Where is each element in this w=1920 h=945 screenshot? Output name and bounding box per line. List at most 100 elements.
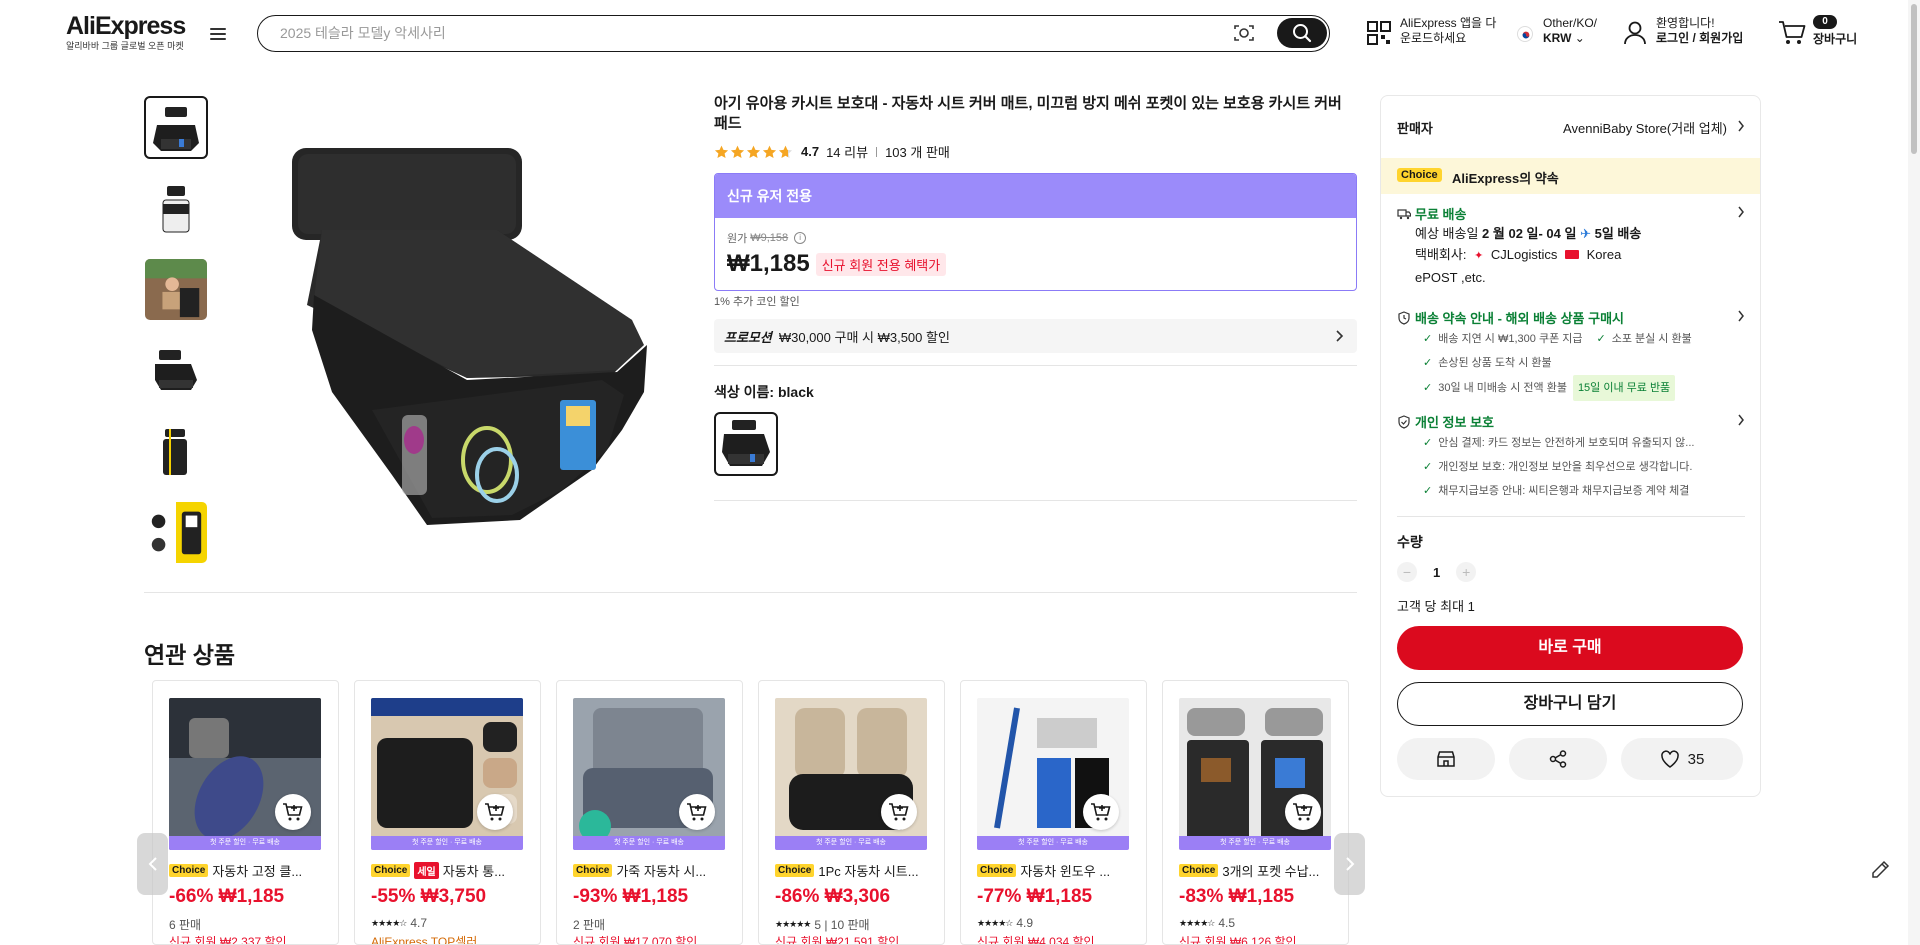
add-to-cart-button[interactable]: 장바구니 담기 — [1397, 682, 1743, 726]
main-product-image[interactable] — [272, 130, 672, 540]
add-to-cart-icon[interactable] — [679, 794, 715, 830]
quantity-increase-button[interactable]: + — [1456, 562, 1477, 582]
new-user-price-box: 신규 유저 전용 원가 ₩9,158 i ₩1,185 신규 회원 전용 혜택가 — [714, 173, 1357, 291]
product-card-price: -77% ₩1,185 — [977, 886, 1093, 907]
store-icon — [1437, 751, 1455, 767]
promo-header: 신규 유저 전용 — [715, 174, 1356, 218]
cart-icon[interactable] — [1778, 20, 1806, 46]
check-icon: ✓ — [1423, 333, 1433, 345]
product-card-image[interactable]: 첫 주문 할인 · 무료 배송 — [977, 698, 1129, 850]
feedback-edit-icon[interactable] — [1869, 857, 1893, 881]
menu-icon[interactable] — [210, 28, 226, 42]
thumbnail-1[interactable] — [144, 96, 208, 159]
original-price-row: 원가 ₩9,158 i — [727, 230, 1344, 246]
star-icon — [762, 145, 777, 158]
wishlist-button[interactable]: 35 — [1621, 738, 1743, 780]
divider — [714, 365, 1357, 366]
product-card-meta: ★★★★☆ 4.9 — [977, 916, 1034, 930]
search-button[interactable] — [1277, 18, 1327, 48]
promo-ribbon: 첫 주문 할인 · 무료 배송 — [775, 836, 927, 850]
promotion-label: 프로모션 — [724, 329, 772, 345]
product-card-image[interactable]: 첫 주문 할인 · 무료 배송 — [1179, 698, 1331, 850]
store-button[interactable] — [1397, 738, 1495, 780]
thumbnail-4[interactable] — [144, 339, 208, 402]
choice-badge: Choice — [1397, 168, 1442, 182]
login-signup-link[interactable]: 환영합니다! 로그인 / 회원가입 — [1656, 16, 1743, 46]
sold-count: 103 개 판매 — [885, 145, 950, 160]
review-count-link[interactable]: 14 리뷰 — [826, 142, 868, 161]
quantity-decrease-button[interactable]: − — [1397, 562, 1417, 582]
scrollbar-thumb[interactable] — [1911, 4, 1917, 154]
product-card-price: -66% ₩1,185 — [169, 886, 285, 907]
promo-ribbon: 첫 주문 할인 · 무료 배송 — [169, 836, 321, 850]
privacy-item: ✓ 안심 결제: 카드 정보는 안전하게 보호되며 유출되지 않... — [1423, 431, 1745, 455]
delivery-promise-section[interactable]: 배송 약속 안내 - 해외 배송 상품 구매시 ✓ 배송 지연 시 ₩1,300 … — [1397, 308, 1745, 401]
privacy-section[interactable]: 개인 정보 보호 ✓ 안심 결제: 카드 정보는 안전하게 보호되며 유출되지 않… — [1397, 412, 1745, 503]
divider — [144, 592, 1357, 593]
add-to-cart-icon[interactable] — [275, 794, 311, 830]
choice-badge: Choice — [371, 864, 411, 877]
rating-stars: ★★★★☆ — [1179, 917, 1215, 928]
quantity-stepper: − 1 + — [1397, 562, 1477, 582]
quantity-value[interactable]: 1 — [1433, 565, 1440, 580]
product-card[interactable]: 첫 주문 할인 · 무료 배송 Choice 3개의 포켓 수납... -83% … — [1162, 680, 1349, 945]
thumbnail-3[interactable] — [144, 258, 208, 321]
app-download-link[interactable]: AliExpress 앱을 다 운로드하세요 — [1400, 16, 1496, 46]
rating-stars[interactable] — [714, 145, 793, 159]
user-icon[interactable] — [1622, 20, 1648, 46]
cart-label[interactable]: 장바구니 — [1813, 32, 1857, 47]
qr-code-icon[interactable] — [1366, 20, 1392, 46]
korea-flag-icon[interactable] — [1517, 26, 1533, 42]
product-card[interactable]: 첫 주문 할인 · 무료 배송 Choice 세일 자동차 통... -55% ₩3… — [354, 680, 541, 945]
check-icon: ✓ — [1423, 485, 1433, 497]
product-card[interactable]: 첫 주문 할인 · 무료 배송 Choice 자동차 고정 클... -66% ₩… — [152, 680, 339, 945]
product-card[interactable]: 첫 주문 할인 · 무료 배송 Choice 자동차 윈도우 ... -77% ₩… — [960, 680, 1147, 945]
seller-row[interactable]: 판매자 AvenniBaby Store(거래 업체) — [1397, 118, 1745, 137]
product-card-seller: AliExpress TOP셀러 — [371, 935, 478, 945]
chevron-right-icon — [1738, 310, 1744, 322]
price-block: 원가 ₩9,158 i ₩1,185 신규 회원 전용 혜택가 — [715, 218, 1356, 290]
rating-stars: ★★★★★ — [775, 919, 811, 929]
rating-row: 4.7 14 리뷰 103 개 판매 — [714, 142, 1357, 161]
search-input[interactable] — [280, 23, 1180, 43]
promotion-row[interactable]: 프로모션 ₩30,000 구매 시 ₩3,500 할인 — [714, 319, 1357, 353]
privacy-item: ✓ 개인정보 보호: 개인정보 보안을 최우선으로 생각합니다. — [1423, 455, 1745, 479]
product-card-image[interactable]: 첫 주문 할인 · 무료 배송 — [573, 698, 725, 850]
product-card-price: -83% ₩1,185 — [1179, 886, 1295, 907]
brand-name: AliExpress — [66, 12, 186, 40]
product-card-image[interactable]: 첫 주문 할인 · 무료 배송 — [775, 698, 927, 850]
add-to-cart-icon[interactable] — [881, 794, 917, 830]
promo-ribbon: 첫 주문 할인 · 무료 배송 — [977, 836, 1129, 850]
logo[interactable]: AliExpress 알리바바 그룹 글로벌 오픈 마켓 — [66, 12, 186, 52]
half-star-icon — [778, 145, 793, 158]
image-search-icon[interactable] — [1233, 23, 1255, 43]
seller-name[interactable]: AvenniBaby Store(거래 업체) — [1563, 118, 1727, 137]
current-price: ₩1,185 — [727, 250, 810, 277]
share-button[interactable] — [1509, 738, 1607, 780]
seller-label: 판매자 — [1397, 121, 1433, 136]
thumbnail-2[interactable] — [144, 177, 208, 240]
thumbnail-6[interactable] — [144, 501, 208, 564]
airplane-icon: ✈ — [1580, 226, 1591, 241]
product-card-meta: 2 판매 — [573, 918, 606, 932]
free-shipping-section[interactable]: 무료 배송 예상 배송일 2 월 02 일- 04 일 ✈ 5일 배송 택배회사… — [1397, 204, 1745, 288]
product-card-image[interactable]: 첫 주문 할인 · 무료 배송 — [371, 698, 523, 850]
add-to-cart-icon[interactable] — [1083, 794, 1119, 830]
thumbnail-5[interactable] — [144, 420, 208, 483]
add-to-cart-icon[interactable] — [477, 794, 513, 830]
delivery-estimate: 예상 배송일 2 월 02 일- 04 일 ✈ 5일 배송 — [1415, 226, 1642, 241]
product-card[interactable]: 첫 주문 할인 · 무료 배송 Choice 1Pc 자동차 시트... -86%… — [758, 680, 945, 945]
carousel-next-button[interactable] — [1334, 833, 1365, 895]
buy-now-button[interactable]: 바로 구매 — [1397, 626, 1743, 670]
language-currency-selector[interactable]: Other/KO/ KRW ⌄ — [1543, 16, 1597, 46]
carousel-prev-button[interactable] — [137, 833, 168, 895]
product-card-price: -86% ₩3,306 — [775, 886, 891, 907]
free-return-tag: 15일 이내 무료 반품 — [1572, 375, 1676, 401]
info-icon[interactable]: i — [794, 232, 807, 244]
add-to-cart-icon[interactable] — [1285, 794, 1321, 830]
product-card-image[interactable]: 첫 주문 할인 · 무료 배송 — [169, 698, 321, 850]
product-info: 아기 유아용 카시트 보호대 - 자동차 시트 커버 매트, 미끄럼 방지 메쉬… — [714, 94, 1357, 501]
product-card[interactable]: 첫 주문 할인 · 무료 배송 Choice 가죽 자동차 시... -93% ₩… — [556, 680, 743, 945]
privacy-title: 개인 정보 보호 — [1415, 415, 1494, 430]
color-swatch-black[interactable] — [714, 412, 778, 476]
